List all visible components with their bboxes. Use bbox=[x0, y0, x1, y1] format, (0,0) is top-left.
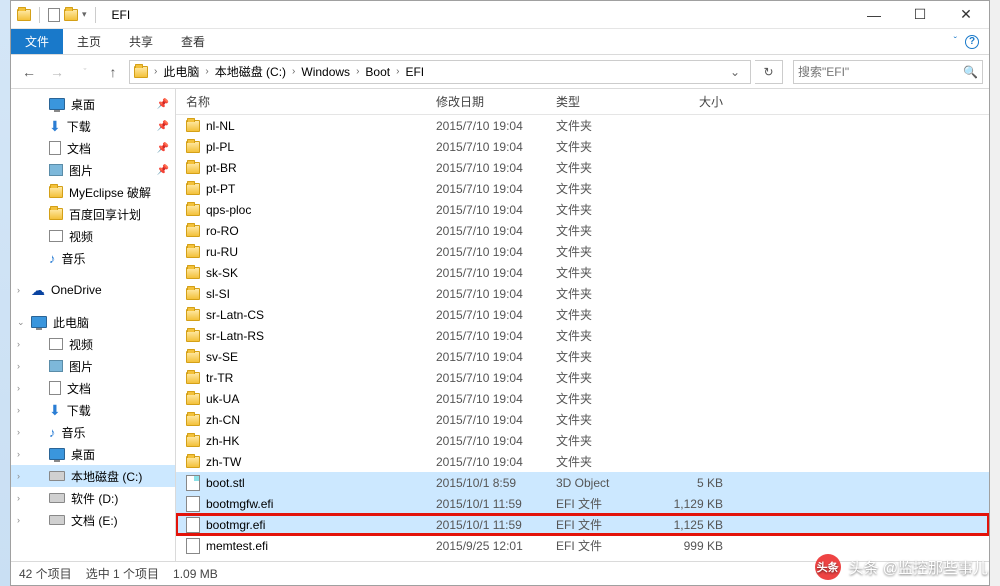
file-row[interactable]: tr-TR2015/7/10 19:04文件夹 bbox=[176, 367, 989, 388]
column-size[interactable]: 大小 bbox=[661, 93, 741, 110]
nav-item[interactable]: 桌面📌 bbox=[11, 93, 175, 115]
qat-properties-icon[interactable] bbox=[48, 8, 60, 22]
file-row[interactable]: sr-Latn-CS2015/7/10 19:04文件夹 bbox=[176, 304, 989, 325]
file-row[interactable]: ro-RO2015/7/10 19:04文件夹 bbox=[176, 220, 989, 241]
maximize-button[interactable]: ☐ bbox=[897, 1, 943, 29]
watermark-text: 头条 @监控那些事儿 bbox=[849, 557, 988, 578]
nav-item[interactable]: 视频 bbox=[11, 225, 175, 247]
pin-icon: 📌 bbox=[157, 143, 169, 154]
file-row[interactable]: bootmgfw.efi2015/10/1 11:59EFI 文件1,129 K… bbox=[176, 493, 989, 514]
nav-item[interactable]: ›⬇下载 bbox=[11, 399, 175, 421]
pin-icon: 📌 bbox=[157, 165, 169, 176]
file-row[interactable]: nl-NL2015/7/10 19:04文件夹 bbox=[176, 115, 989, 136]
ribbon: 文件 主页 共享 查看 ˇ ? bbox=[11, 29, 989, 55]
chevron-right-icon[interactable]: › bbox=[152, 66, 159, 77]
file-tab[interactable]: 文件 bbox=[11, 29, 63, 54]
crumb-boot[interactable]: Boot bbox=[361, 61, 394, 83]
nav-item[interactable]: ›本地磁盘 (C:) bbox=[11, 465, 175, 487]
qat-newfolder-icon[interactable] bbox=[64, 9, 78, 21]
nav-item[interactable]: ›♪音乐 bbox=[11, 421, 175, 443]
content-pane: 名称 修改日期 类型 大小 nl-NL2015/7/10 19:04文件夹pl-… bbox=[176, 89, 989, 561]
crumb-efi[interactable]: EFI bbox=[401, 61, 428, 83]
nav-item[interactable]: ›文档 bbox=[11, 377, 175, 399]
qat-customize-icon[interactable]: ▾ bbox=[82, 9, 87, 20]
watermark-logo-icon: 头条 bbox=[815, 554, 841, 580]
back-button[interactable]: ← bbox=[17, 60, 41, 84]
nav-item[interactable]: ›桌面 bbox=[11, 443, 175, 465]
nav-item[interactable]: ›图片 bbox=[11, 355, 175, 377]
nav-item[interactable]: 图片📌 bbox=[11, 159, 175, 181]
search-input[interactable] bbox=[798, 65, 963, 79]
nav-item[interactable]: ⬇下载📌 bbox=[11, 115, 175, 137]
nav-item[interactable]: ›文档 (E:) bbox=[11, 509, 175, 531]
help-icon[interactable]: ? bbox=[965, 35, 979, 49]
crumb-drive-c[interactable]: 本地磁盘 (C:) bbox=[211, 61, 290, 83]
file-row[interactable]: ru-RU2015/7/10 19:04文件夹 bbox=[176, 241, 989, 262]
nav-item[interactable]: MyEclipse 破解 bbox=[11, 181, 175, 203]
chevron-right-icon[interactable]: › bbox=[203, 66, 210, 77]
file-row[interactable]: memtest.efi2015/9/25 12:01EFI 文件999 KB bbox=[176, 535, 989, 556]
file-row[interactable]: qps-ploc2015/7/10 19:04文件夹 bbox=[176, 199, 989, 220]
breadcrumb-icon bbox=[134, 66, 148, 78]
watermark: 头条 头条 @监控那些事儿 bbox=[815, 554, 988, 580]
app-icon bbox=[17, 9, 31, 21]
refresh-button[interactable]: ↻ bbox=[755, 60, 783, 84]
chevron-right-icon[interactable]: › bbox=[354, 66, 361, 77]
navigation-bar: ← → ˇ ↑ › 此电脑› 本地磁盘 (C:)› Windows› Boot›… bbox=[11, 55, 989, 89]
column-headers[interactable]: 名称 修改日期 类型 大小 bbox=[176, 89, 989, 115]
column-date[interactable]: 修改日期 bbox=[436, 93, 556, 110]
titlebar: ▾ EFI — ☐ ✕ bbox=[11, 1, 989, 29]
recent-locations-icon[interactable]: ˇ bbox=[73, 60, 97, 84]
search-box[interactable]: 🔍 bbox=[793, 60, 983, 84]
chevron-right-icon[interactable]: › bbox=[290, 66, 297, 77]
tab-share[interactable]: 共享 bbox=[115, 29, 167, 54]
nav-item[interactable]: ›视频 bbox=[11, 333, 175, 355]
crumb-thispc[interactable]: 此电脑 bbox=[159, 61, 203, 83]
file-row[interactable]: zh-CN2015/7/10 19:04文件夹 bbox=[176, 409, 989, 430]
file-row[interactable]: sr-Latn-RS2015/7/10 19:04文件夹 bbox=[176, 325, 989, 346]
forward-button[interactable]: → bbox=[45, 60, 69, 84]
file-row[interactable]: sv-SE2015/7/10 19:04文件夹 bbox=[176, 346, 989, 367]
file-row[interactable]: boot.stl2015/10/1 8:593D Object5 KB bbox=[176, 472, 989, 493]
file-row[interactable]: zh-TW2015/7/10 19:04文件夹 bbox=[176, 451, 989, 472]
tab-home[interactable]: 主页 bbox=[63, 29, 115, 54]
nav-onedrive[interactable]: ›☁OneDrive bbox=[11, 279, 175, 301]
file-row[interactable]: bootmgr.efi2015/10/1 11:59EFI 文件1,125 KB bbox=[176, 514, 989, 535]
column-type[interactable]: 类型 bbox=[556, 93, 661, 110]
up-button[interactable]: ↑ bbox=[101, 60, 125, 84]
file-list[interactable]: nl-NL2015/7/10 19:04文件夹pl-PL2015/7/10 19… bbox=[176, 115, 989, 561]
explorer-window: ▾ EFI — ☐ ✕ 文件 主页 共享 查看 ˇ ? ← → ˇ ↑ › 此电… bbox=[10, 0, 990, 586]
file-row[interactable]: pl-PL2015/7/10 19:04文件夹 bbox=[176, 136, 989, 157]
pin-icon: 📌 bbox=[157, 121, 169, 132]
column-name[interactable]: 名称 bbox=[186, 93, 436, 110]
pin-icon: 📌 bbox=[157, 99, 169, 110]
file-row[interactable]: pt-BR2015/7/10 19:04文件夹 bbox=[176, 157, 989, 178]
close-button[interactable]: ✕ bbox=[943, 1, 989, 29]
search-icon[interactable]: 🔍 bbox=[963, 65, 978, 79]
file-row[interactable]: zh-HK2015/7/10 19:04文件夹 bbox=[176, 430, 989, 451]
window-title: EFI bbox=[112, 8, 131, 22]
nav-item[interactable]: ›软件 (D:) bbox=[11, 487, 175, 509]
nav-item[interactable]: 百度回享计划 bbox=[11, 203, 175, 225]
navigation-pane[interactable]: 桌面📌⬇下载📌文档📌图片📌MyEclipse 破解百度回享计划视频♪音乐 ›☁On… bbox=[11, 89, 176, 561]
tab-view[interactable]: 查看 bbox=[167, 29, 219, 54]
nav-item[interactable]: 文档📌 bbox=[11, 137, 175, 159]
nav-thispc[interactable]: ⌄此电脑 bbox=[11, 311, 175, 333]
status-item-count: 42 个项目 bbox=[19, 565, 72, 582]
file-row[interactable]: pt-PT2015/7/10 19:04文件夹 bbox=[176, 178, 989, 199]
ribbon-collapse-icon[interactable]: ˇ bbox=[954, 36, 957, 47]
file-row[interactable]: sk-SK2015/7/10 19:04文件夹 bbox=[176, 262, 989, 283]
breadcrumb[interactable]: › 此电脑› 本地磁盘 (C:)› Windows› Boot› EFI ⌄ bbox=[129, 60, 751, 84]
status-selected: 选中 1 个项目 bbox=[86, 565, 159, 582]
nav-item[interactable]: ♪音乐 bbox=[11, 247, 175, 269]
breadcrumb-history-icon[interactable]: ⌄ bbox=[724, 65, 746, 79]
chevron-right-icon[interactable]: › bbox=[394, 66, 401, 77]
file-row[interactable]: uk-UA2015/7/10 19:04文件夹 bbox=[176, 388, 989, 409]
minimize-button[interactable]: — bbox=[851, 1, 897, 29]
status-size: 1.09 MB bbox=[173, 567, 218, 581]
crumb-windows[interactable]: Windows bbox=[297, 61, 354, 83]
file-row[interactable]: sl-SI2015/7/10 19:04文件夹 bbox=[176, 283, 989, 304]
